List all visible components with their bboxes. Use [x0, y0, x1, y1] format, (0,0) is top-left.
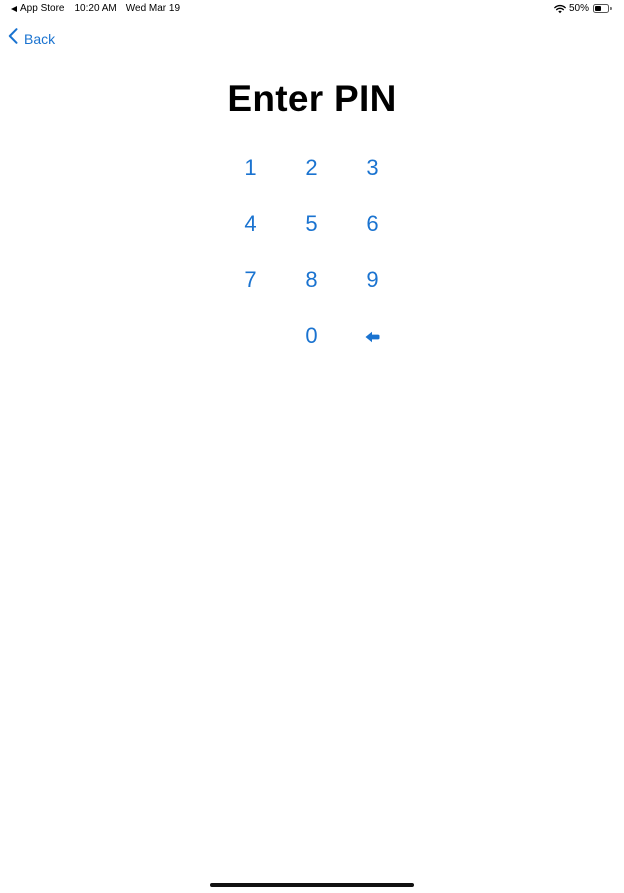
status-time: 10:20 AM: [74, 3, 117, 14]
keypad-empty-slot: [220, 308, 281, 364]
keypad-key-1[interactable]: 1: [220, 140, 281, 196]
keypad-key-7[interactable]: 7: [220, 252, 281, 308]
keypad-key-8[interactable]: 8: [281, 252, 342, 308]
backspace-arrow-icon: [365, 323, 380, 349]
keypad-key-0[interactable]: 0: [281, 308, 342, 364]
keypad-key-5[interactable]: 5: [281, 196, 342, 252]
chevron-left-icon: [8, 28, 24, 49]
wifi-icon: [554, 4, 566, 14]
back-button[interactable]: Back: [8, 28, 55, 49]
keypad-key-9[interactable]: 9: [342, 252, 403, 308]
back-to-app-label[interactable]: App Store: [20, 3, 64, 14]
battery-icon: [593, 4, 612, 13]
status-date: Wed Mar 19: [125, 3, 181, 14]
keypad-key-6[interactable]: 6: [342, 196, 403, 252]
battery-fill: [595, 6, 601, 11]
status-bar: App Store 10:20 AM Wed Mar 19 50%: [0, 0, 624, 18]
pin-keypad: 123 456 7890: [220, 140, 404, 364]
battery-cap: [610, 7, 612, 10]
battery-percent: 50%: [568, 3, 589, 14]
back-to-app-icon[interactable]: [11, 5, 17, 12]
page-title: Enter PIN: [227, 78, 397, 119]
home-indicator[interactable]: [210, 883, 414, 887]
keypad-key-2[interactable]: 2: [281, 140, 342, 196]
status-left: App Store 10:20 AM Wed Mar 19: [11, 3, 180, 14]
keypad-key-3[interactable]: 3: [342, 140, 403, 196]
keypad-backspace-button[interactable]: [342, 308, 403, 364]
status-right: 50%: [554, 3, 612, 14]
back-label: Back: [24, 30, 56, 47]
keypad-key-4[interactable]: 4: [220, 196, 281, 252]
